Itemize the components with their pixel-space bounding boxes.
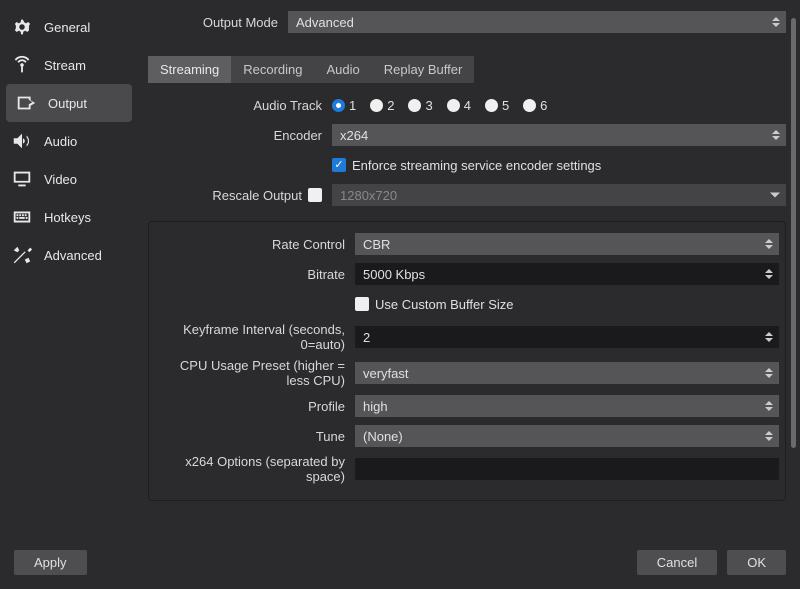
output-icon	[14, 92, 38, 114]
keyboard-icon	[10, 206, 34, 228]
sidebar-item-hotkeys[interactable]: Hotkeys	[0, 198, 138, 236]
sidebar-item-label: Output	[48, 96, 87, 111]
audio-track-label: Audio Track	[148, 98, 332, 113]
keyframe-input[interactable]: 2	[355, 326, 779, 348]
output-mode-label: Output Mode	[148, 15, 288, 30]
select-value: Advanced	[296, 15, 354, 30]
radio-icon	[370, 99, 383, 112]
rescale-label: Rescale Output	[212, 188, 302, 203]
cpu-preset-select[interactable]: veryfast	[355, 362, 779, 384]
bitrate-label: Bitrate	[155, 267, 355, 282]
updown-icon	[770, 14, 782, 30]
select-value: 1280x720	[340, 188, 397, 203]
updown-icon	[763, 236, 775, 252]
speaker-icon	[10, 130, 34, 152]
radio-icon	[332, 99, 345, 112]
sidebar-item-label: Video	[44, 172, 77, 187]
stepper-icon	[763, 329, 775, 345]
apply-button[interactable]: Apply	[14, 550, 87, 575]
sidebar-item-stream[interactable]: Stream	[0, 46, 138, 84]
select-value: x264	[340, 128, 368, 143]
audio-track-3[interactable]: 3	[408, 98, 432, 113]
sidebar-item-advanced[interactable]: Advanced	[0, 236, 138, 274]
updown-icon	[763, 398, 775, 414]
sidebar-item-label: General	[44, 20, 90, 35]
radio-icon	[485, 99, 498, 112]
sidebar-item-label: Audio	[44, 134, 77, 149]
tab-replay-buffer[interactable]: Replay Buffer	[372, 56, 475, 83]
sidebar-item-label: Hotkeys	[44, 210, 91, 225]
audio-track-6[interactable]: 6	[523, 98, 547, 113]
sidebar-item-output[interactable]: Output	[6, 84, 132, 122]
audio-track-group: 1 2 3 4 5 6	[332, 98, 786, 113]
tune-select[interactable]: (None)	[355, 425, 779, 447]
sidebar-item-audio[interactable]: Audio	[0, 122, 138, 160]
encoder-select[interactable]: x264	[332, 124, 786, 146]
custom-buffer-checkbox[interactable]: Use Custom Buffer Size	[355, 297, 779, 312]
sidebar-item-general[interactable]: General	[0, 8, 138, 46]
rescale-select[interactable]: 1280x720	[332, 184, 786, 206]
radio-icon	[523, 99, 536, 112]
tune-label: Tune	[155, 429, 355, 444]
x264-options-input[interactable]	[355, 458, 779, 480]
audio-track-5[interactable]: 5	[485, 98, 509, 113]
rescale-checkbox[interactable]	[308, 188, 322, 202]
tab-recording[interactable]: Recording	[231, 56, 314, 83]
audio-track-2[interactable]: 2	[370, 98, 394, 113]
input-value: 2	[363, 330, 370, 345]
checkbox-icon	[332, 158, 346, 172]
select-value: veryfast	[363, 366, 409, 381]
stepper-icon	[763, 266, 775, 282]
updown-icon	[763, 428, 775, 444]
output-mode-select[interactable]: Advanced	[288, 11, 786, 33]
checkbox-icon	[355, 297, 369, 311]
updown-icon	[763, 365, 775, 381]
tools-icon	[10, 244, 34, 266]
encoder-settings-panel: Rate Control CBR Bitrate 5000 Kbps Use C…	[148, 221, 786, 501]
content-panel: Output Mode Advanced Streaming Recording…	[138, 0, 800, 542]
scrollbar[interactable]	[791, 18, 796, 448]
ok-button[interactable]: OK	[727, 550, 786, 575]
audio-track-4[interactable]: 4	[447, 98, 471, 113]
input-value: 5000 Kbps	[363, 267, 425, 282]
tabs: Streaming Recording Audio Replay Buffer	[148, 56, 474, 83]
x264-options-label: x264 Options (separated by space)	[155, 454, 355, 484]
sidebar-item-video[interactable]: Video	[0, 160, 138, 198]
footer: Apply Cancel OK	[0, 542, 800, 589]
radio-icon	[408, 99, 421, 112]
antenna-icon	[10, 54, 34, 76]
cancel-button[interactable]: Cancel	[637, 550, 717, 575]
updown-icon	[770, 127, 782, 143]
tab-audio[interactable]: Audio	[315, 56, 372, 83]
profile-label: Profile	[155, 399, 355, 414]
gear-icon	[10, 16, 34, 38]
chevron-down-icon	[770, 193, 780, 198]
audio-track-1[interactable]: 1	[332, 98, 356, 113]
cpu-preset-label: CPU Usage Preset (higher = less CPU)	[155, 358, 355, 388]
enforce-checkbox[interactable]: Enforce streaming service encoder settin…	[332, 158, 786, 173]
select-value: high	[363, 399, 388, 414]
rate-control-label: Rate Control	[155, 237, 355, 252]
sidebar-item-label: Advanced	[44, 248, 102, 263]
custom-buffer-label: Use Custom Buffer Size	[375, 297, 513, 312]
bitrate-input[interactable]: 5000 Kbps	[355, 263, 779, 285]
monitor-icon	[10, 168, 34, 190]
sidebar: General Stream Output Audio Video	[0, 0, 138, 542]
enforce-label: Enforce streaming service encoder settin…	[352, 158, 601, 173]
select-value: CBR	[363, 237, 390, 252]
encoder-label: Encoder	[148, 128, 332, 143]
sidebar-item-label: Stream	[44, 58, 86, 73]
profile-select[interactable]: high	[355, 395, 779, 417]
select-value: (None)	[363, 429, 403, 444]
rate-control-select[interactable]: CBR	[355, 233, 779, 255]
radio-icon	[447, 99, 460, 112]
tab-streaming[interactable]: Streaming	[148, 56, 231, 83]
keyframe-label: Keyframe Interval (seconds, 0=auto)	[155, 322, 355, 352]
